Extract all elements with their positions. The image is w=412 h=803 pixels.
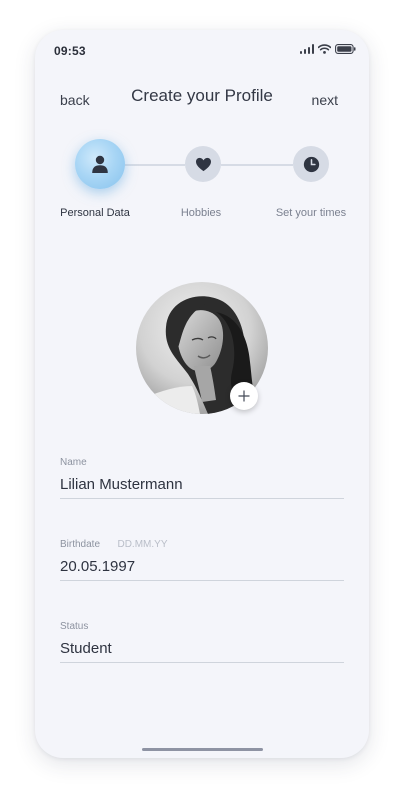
birthdate-underline — [60, 580, 344, 581]
profile-photo[interactable] — [136, 282, 268, 414]
status-bar: 09:53 — [35, 30, 369, 70]
stepper-connector-2 — [221, 164, 293, 166]
plus-icon — [238, 390, 250, 402]
name-input[interactable] — [60, 474, 344, 494]
add-photo-button[interactable] — [230, 382, 258, 410]
phone-frame: 09:53 back Create your Profile next Pers… — [35, 30, 369, 758]
status-field: Status — [60, 616, 344, 663]
status-label: Status — [60, 621, 89, 632]
wifi-icon — [318, 44, 331, 54]
status-underline — [60, 662, 344, 663]
clock-icon — [303, 156, 319, 172]
cellular-signal-icon — [299, 44, 314, 54]
step-label-personal-data: Personal Data — [60, 207, 130, 219]
heart-icon — [195, 157, 211, 171]
next-button[interactable]: next — [312, 92, 338, 108]
header: back Create your Profile next — [35, 82, 369, 112]
status-input[interactable] — [60, 638, 344, 658]
step-set-your-times[interactable] — [293, 146, 329, 182]
system-icons — [299, 44, 357, 54]
home-indicator[interactable] — [142, 748, 263, 751]
battery-icon — [335, 44, 356, 54]
person-icon — [92, 155, 108, 173]
progress-stepper: Personal Data Hobbies Set your times — [35, 138, 369, 219]
stepper-connector-1 — [125, 164, 185, 166]
birthdate-field: Birthdate DD.MM.YY — [60, 534, 344, 581]
birthdate-label: Birthdate — [60, 539, 101, 550]
status-time: 09:53 — [54, 44, 86, 58]
birthdate-format-hint: DD.MM.YY — [117, 539, 168, 550]
step-label-set-your-times: Set your times — [275, 207, 347, 219]
step-label-hobbies: Hobbies — [180, 207, 222, 219]
name-underline — [60, 498, 344, 499]
step-hobbies[interactable] — [185, 146, 221, 182]
step-personal-data[interactable] — [75, 139, 125, 189]
name-label: Name — [60, 457, 87, 468]
birthdate-input[interactable] — [60, 556, 344, 576]
name-field: Name — [60, 452, 344, 499]
